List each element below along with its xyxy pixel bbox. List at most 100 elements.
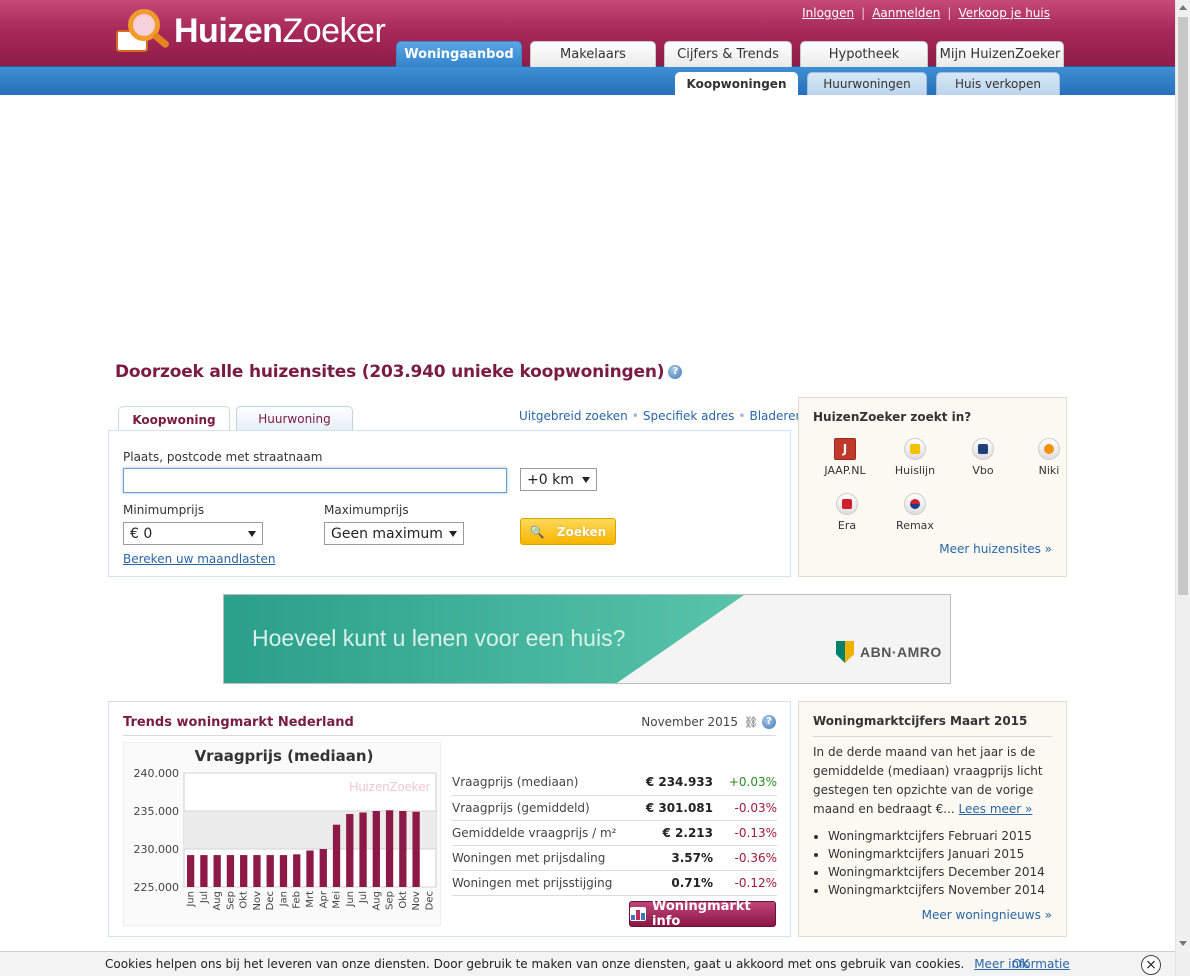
x-tick-label: Jun — [345, 891, 356, 908]
chart-bar — [293, 854, 301, 887]
tab-hypotheek[interactable]: Hypotheek — [800, 41, 928, 67]
x-tick-label: Okt — [239, 891, 250, 909]
x-tick-label: Sep — [385, 891, 396, 910]
y-tick-label: 225.000 — [134, 881, 180, 894]
remax-icon — [904, 493, 926, 515]
stat-value: 3.57% — [636, 845, 721, 871]
x-tick-label: Nov — [252, 891, 263, 911]
searched-sites-box: HuizenZoeker zoekt in? J JAAP.NL Huislijn… — [798, 397, 1067, 577]
tab-mijn-huizenzoeker[interactable]: Mijn HuizenZoeker — [936, 41, 1064, 67]
radius-select[interactable]: +0 km — [520, 468, 597, 491]
cookie-bar: Cookies helpen ons bij het leveren van o… — [0, 951, 1175, 976]
subtab-koopwoningen[interactable]: Koopwoningen — [675, 72, 798, 95]
x-tick-label: Jul — [199, 891, 210, 904]
y-tick-label: 230.000 — [134, 843, 180, 856]
chart-bar — [213, 855, 221, 887]
price-chart: Vraagprijs (mediaan) HuizenZoeker 225.000 2… — [123, 742, 441, 926]
chart-bar — [332, 824, 341, 887]
x-tick-label: Mrt — [305, 891, 316, 908]
calculate-mortgage-link[interactable]: Bereken uw maandlasten — [123, 552, 275, 566]
place-input[interactable] — [123, 468, 507, 493]
advertiser-logo: ABN·AMRO — [836, 641, 942, 663]
stat-label: Vraagprijs (mediaan) — [452, 770, 637, 796]
stat-change: -0.03% — [721, 795, 777, 821]
more-sites-link[interactable]: Meer huizensites » — [939, 542, 1052, 556]
chart-bar — [385, 810, 394, 887]
scroll-up-arrow-icon[interactable] — [1179, 5, 1187, 10]
max-price-label: Maximumprijs — [324, 503, 409, 517]
market-news-box: Woningmarktcijfers Maart 2015 In de derd… — [798, 701, 1067, 937]
news-item[interactable]: Woningmarktcijfers Februari 2015 — [828, 827, 1052, 845]
subtab-huis-verkopen[interactable]: Huis verkopen — [936, 72, 1060, 95]
link-icon[interactable]: ⛓ — [744, 716, 758, 729]
more-news-link[interactable]: Meer woningnieuws » — [922, 908, 1052, 922]
news-item[interactable]: Woningmarktcijfers December 2014 — [828, 863, 1052, 881]
stat-row: Woningen met prijsstijging 0.71% -0.12% — [452, 870, 777, 896]
chevron-down-icon — [248, 531, 256, 537]
magnifier-house-icon — [114, 6, 172, 56]
chevron-down-icon — [582, 477, 590, 483]
news-item[interactable]: Woningmarktcijfers Januari 2015 — [828, 845, 1052, 863]
chart-bar — [319, 849, 327, 887]
stat-label: Vraagprijs (gemiddeld) — [452, 795, 637, 821]
trends-date: November 2015 ⛓ ? — [641, 715, 776, 729]
x-tick-label: Dec — [265, 891, 276, 910]
site-remax[interactable]: Remax — [885, 493, 945, 532]
help-icon[interactable]: ? — [668, 365, 683, 379]
site-era[interactable]: Era — [817, 493, 877, 532]
x-tick-label: Mei — [332, 891, 343, 909]
news-list: Woningmarktcijfers Februari 2015 Woningm… — [799, 819, 1066, 899]
x-tick-label: Apr — [318, 890, 329, 908]
advanced-search-link[interactable]: Uitgebreid zoeken — [519, 409, 628, 423]
stat-change: -0.36% — [721, 845, 777, 871]
site-niki[interactable]: Niki — [1019, 438, 1079, 477]
site-vbo[interactable]: Vbo — [953, 438, 1013, 477]
account-links: Inloggen | Aanmelden | Verkoop je huis — [802, 6, 1050, 20]
site-jaap[interactable]: J JAAP.NL — [815, 438, 875, 477]
x-tick-label: Jan — [278, 891, 289, 907]
x-tick-label: Nov — [411, 891, 422, 911]
read-more-link[interactable]: Lees meer » — [959, 802, 1033, 816]
x-tick-label: Feb — [292, 891, 303, 909]
huislijn-icon — [904, 438, 926, 460]
y-tick-label: 235.000 — [134, 805, 180, 818]
login-link[interactable]: Inloggen — [802, 6, 854, 20]
scrollbar-thumb[interactable] — [1178, 17, 1188, 595]
max-price-select[interactable]: Geen maximum — [324, 522, 464, 545]
stat-row: Woningen met prijsdaling 3.57% -0.36% — [452, 845, 777, 871]
search-button[interactable]: 🔍 Zoeken — [520, 518, 616, 545]
advertisement-banner[interactable]: Hoeveel kunt u lenen voor een huis? ABN·… — [223, 594, 951, 684]
news-summary: In de derde maand van het jaar is de gem… — [813, 745, 1043, 816]
market-info-button[interactable]: Woningmarkt info — [629, 899, 776, 929]
search-type-tabs: Koopwoning Huurwoning — [118, 406, 359, 432]
site-logo[interactable]: HuizenZoeker — [114, 4, 386, 58]
tab-makelaars[interactable]: Makelaars — [530, 41, 656, 67]
specific-address-link[interactable]: Specifiek adres — [643, 409, 735, 423]
sites-box-title: HuizenZoeker zoekt in? — [813, 410, 972, 424]
sell-house-link[interactable]: Verkoop je huis — [958, 6, 1050, 20]
trends-title: Trends woningmarkt Nederland — [123, 715, 354, 730]
site-huislijn[interactable]: Huislijn — [885, 438, 945, 477]
close-icon[interactable]: ⨯ — [1141, 955, 1161, 975]
price-chart-svg: Vraagprijs (mediaan) HuizenZoeker 225.000 2… — [134, 747, 437, 911]
help-icon[interactable]: ? — [762, 715, 776, 729]
stat-value: € 234.933 — [636, 770, 721, 796]
tab-koopwoning[interactable]: Koopwoning — [118, 406, 230, 432]
scroll-down-arrow-icon[interactable] — [1179, 941, 1187, 946]
browse-link[interactable]: Bladeren — [749, 409, 803, 423]
vertical-scrollbar[interactable] — [1175, 0, 1190, 976]
x-tick-label: Jul — [358, 891, 369, 904]
search-form: Plaats, postcode met straatnaam +0 km Mi… — [108, 430, 791, 577]
news-item[interactable]: Woningmarktcijfers November 2014 — [828, 881, 1052, 899]
subtab-huurwoningen[interactable]: Huurwoningen — [807, 72, 927, 95]
tab-cijfers-trends[interactable]: Cijfers & Trends — [664, 41, 792, 67]
tab-huurwoning[interactable]: Huurwoning — [236, 406, 353, 431]
min-price-select[interactable]: € 0 — [123, 522, 263, 545]
register-link[interactable]: Aanmelden — [872, 6, 940, 20]
era-icon — [836, 493, 858, 515]
tab-woningaanbod[interactable]: Woningaanbod — [396, 41, 522, 67]
bar-chart-icon — [630, 907, 646, 921]
chart-bar — [253, 855, 261, 887]
sub-tabs: Koopwoningen Huurwoningen Huis verkopen — [675, 72, 1069, 95]
cookie-ok-link[interactable]: OK — [1012, 957, 1029, 971]
